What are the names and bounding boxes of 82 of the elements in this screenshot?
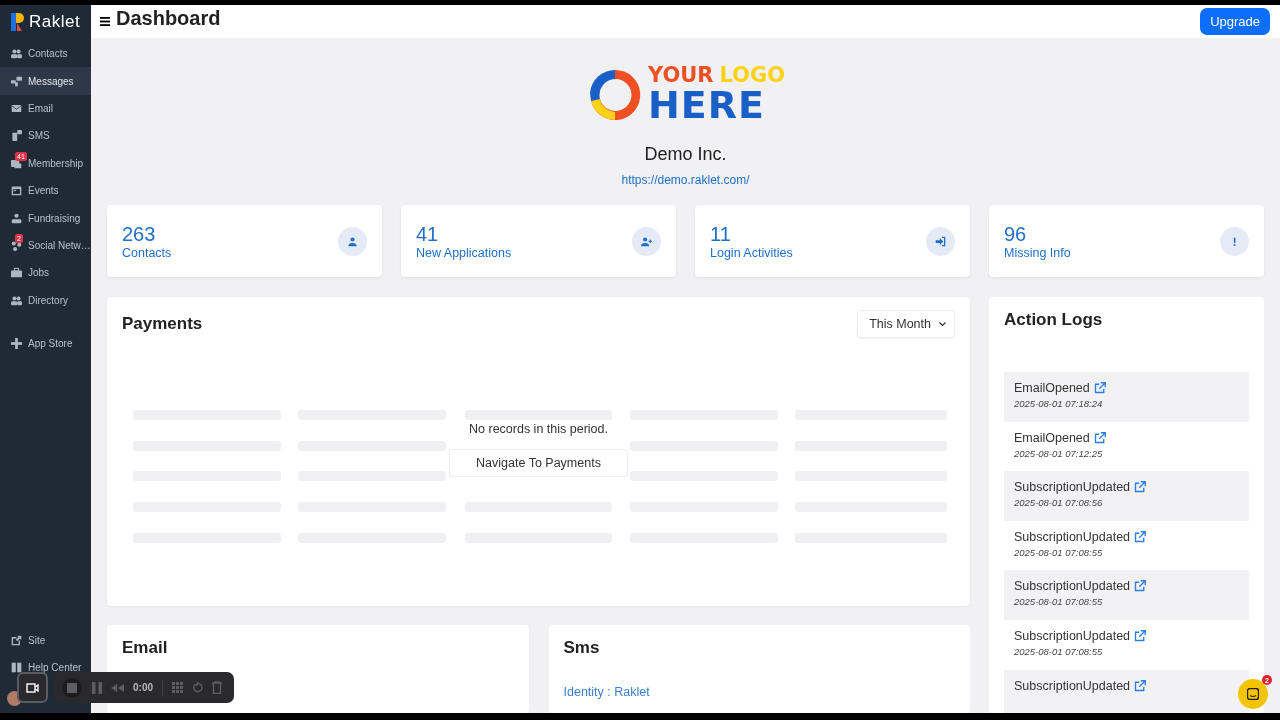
period-select[interactable]: This Month [857, 310, 955, 338]
sidebar-item[interactable]: SMS [0, 122, 91, 150]
network-icon [11, 239, 22, 251]
log-event: SubscriptionUpdated [1014, 579, 1131, 594]
external-link-icon[interactable] [1134, 481, 1147, 494]
card-title: Action Logs [1004, 310, 1104, 330]
log-time: 2025-08-01 07:08:56 [1014, 497, 1104, 509]
brand-logo-icon [11, 13, 25, 31]
organization-name: Demo Inc. [644, 144, 727, 165]
log-event: SubscriptionUpdated [1014, 529, 1131, 544]
briefcase-icon [11, 267, 22, 279]
logo-text: YOUR [647, 65, 714, 86]
chat-icon [11, 75, 22, 87]
logo-text: HERE [647, 86, 766, 124]
rewind-icon[interactable] [111, 683, 124, 692]
external-link-icon[interactable] [1093, 382, 1106, 394]
sign-in-icon [935, 235, 946, 247]
external-link-icon[interactable] [1134, 629, 1147, 642]
sidebar-item[interactable]: Help Center [0, 660, 91, 674]
navigate-button[interactable]: Navigate To Payments [449, 449, 628, 477]
upgrade-button[interactable]: Upgrade [1200, 8, 1270, 35]
external-link-icon[interactable] [1134, 580, 1147, 593]
sidebar-item[interactable]: Contacts [0, 40, 91, 68]
video-camera-icon [26, 682, 39, 693]
identity-link[interactable]: Identity : Raklet [563, 685, 650, 699]
stat-value: 263 [122, 222, 157, 246]
people-icon [11, 48, 22, 60]
log-time: 2025-08-01 07:18:24 [1014, 398, 1104, 409]
stat-value: 96 [1004, 222, 1028, 246]
stat-label: New Applications [416, 246, 513, 260]
card-title: Sms [563, 638, 601, 658]
external-link-icon[interactable] [1134, 530, 1147, 543]
sidebar-item[interactable]: Directory [0, 286, 91, 314]
log-event: EmailOpened [1014, 381, 1090, 395]
phone-icon [11, 130, 22, 142]
sidebar-item[interactable]: Events [0, 176, 91, 205]
brand-name: Raklet [29, 12, 81, 32]
trash-icon[interactable] [212, 681, 222, 694]
restart-icon[interactable] [192, 682, 203, 693]
sidebar-item[interactable]: App Store [0, 329, 91, 358]
sidebar-item[interactable]: Messages [0, 67, 91, 95]
log-time: 2025-08-01 07:08:55 [1014, 645, 1104, 657]
people-icon [11, 294, 22, 306]
pause-icon[interactable] [92, 681, 102, 694]
organization-link[interactable]: https://demo.raklet.com/ [621, 173, 750, 187]
log-time: 2025-08-01 07:12:25 [1014, 447, 1104, 459]
stat-label: Missing Info [1004, 246, 1072, 260]
logo-text: LOGO [719, 65, 786, 86]
camera-button[interactable] [17, 672, 48, 703]
card-title: Payments [122, 314, 203, 334]
stat-value: 11 [710, 222, 732, 246]
sidebar-item[interactable]: Site [0, 633, 91, 647]
log-time: 2025-08-01 07:08:55 [1014, 546, 1104, 558]
sidebar-item[interactable]: Fundraising [0, 204, 91, 232]
stat-label: Contacts [122, 246, 173, 260]
stat-value: 41 [416, 222, 440, 246]
log-time: 2025-08-01 07:08:55 [1014, 596, 1104, 608]
book-icon [11, 661, 22, 673]
log-event: SubscriptionUpdated [1014, 628, 1131, 643]
menu-icon[interactable] [100, 17, 110, 26]
card-title: Email [122, 638, 169, 658]
stop-button[interactable] [61, 676, 83, 699]
empty-message: No records in this period. [469, 422, 608, 436]
grid-icon[interactable] [172, 682, 183, 693]
external-link-icon[interactable] [1093, 431, 1106, 444]
timer: 0:00 [133, 682, 153, 693]
chat-icon [1247, 688, 1259, 700]
sidebar-item[interactable]: Jobs [0, 259, 91, 287]
stat-label: Login Activities [710, 246, 794, 260]
log-event: EmailOpened [1014, 430, 1090, 445]
caret-icon [939, 321, 946, 327]
external-link-icon [11, 634, 22, 646]
sidebar-item[interactable]: Email [0, 94, 91, 123]
person-icon [347, 235, 358, 247]
envelope-icon [11, 102, 22, 114]
page-title: Dashboard [116, 7, 222, 28]
person-add-icon [641, 235, 652, 247]
log-event: SubscriptionUpdated [1014, 480, 1131, 495]
log-event: SubscriptionUpdated [1014, 678, 1131, 693]
calendar-icon [11, 185, 22, 197]
plus-icon [11, 338, 22, 350]
external-link-icon[interactable] [1134, 679, 1147, 692]
